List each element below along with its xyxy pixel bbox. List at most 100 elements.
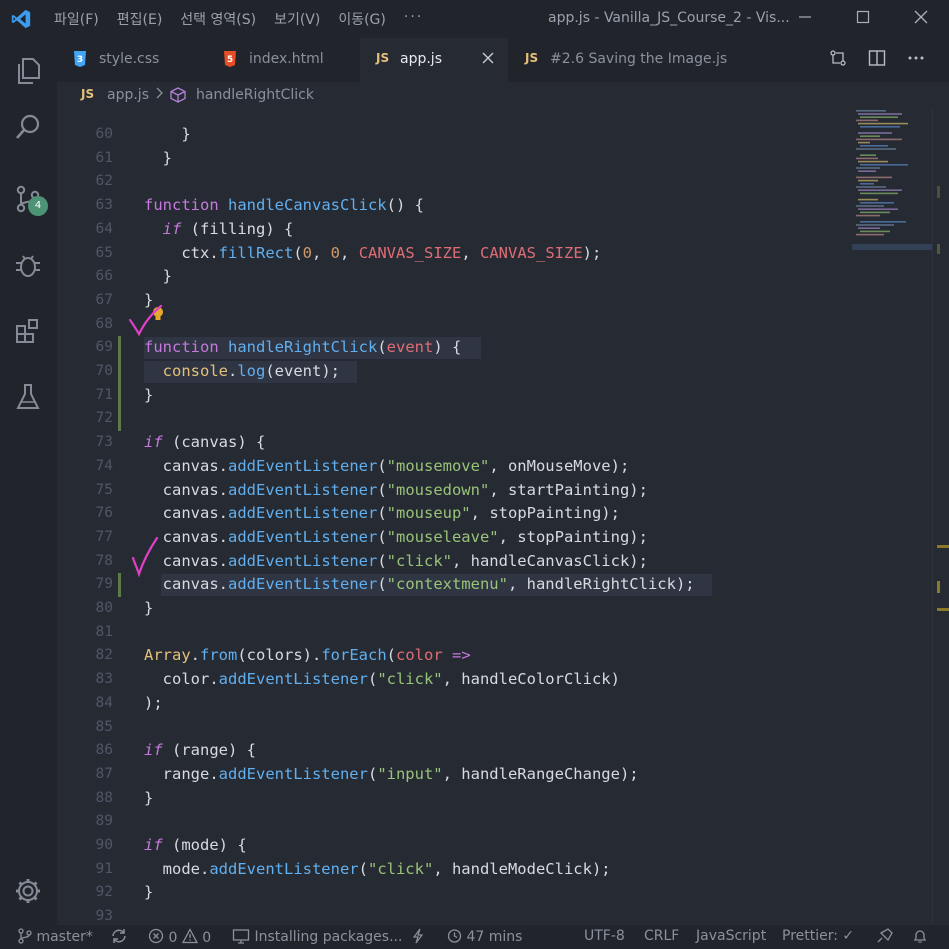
menu-edit[interactable]: 편집(E) <box>117 9 163 29</box>
minimize-icon <box>799 16 811 18</box>
history-icon <box>447 929 462 943</box>
language-mode-selector[interactable]: JavaScript <box>696 928 766 944</box>
code-editor[interactable]: 60 } 61 } 62 63 function handleCanvasClick()… <box>57 108 949 925</box>
breadcrumb-file[interactable]: app.js <box>107 87 149 103</box>
monitor-icon <box>232 929 250 944</box>
window-title: app.js - Vanilla_JS_Course_2 - Vis... <box>548 10 790 26</box>
testing-button[interactable] <box>0 372 57 420</box>
tab-label: #2.6 Saving the Image.js <box>550 51 728 67</box>
line-number: 80 <box>95 600 113 616</box>
more-actions-button[interactable] <box>907 49 925 71</box>
code-line: 75 canvas.addEventListener("mousedown", … <box>57 479 857 503</box>
tab-app-js[interactable]: JS app.js <box>360 38 508 83</box>
breadcrumb: JS app.js handleRightClick <box>57 82 949 108</box>
tab-saving-the-image[interactable]: JS #2.6 Saving the Image.js <box>525 38 745 82</box>
line-number: 63 <box>95 197 113 214</box>
minimap-line <box>858 227 880 229</box>
gutter-modified-marker <box>118 407 121 432</box>
minimap-line <box>858 208 898 210</box>
debug-icon <box>16 255 40 277</box>
menu-more[interactable]: ··· <box>404 9 423 29</box>
split-editor-icon <box>868 50 886 66</box>
close-tab-button[interactable] <box>482 48 494 69</box>
explorer-button[interactable] <box>0 46 57 94</box>
line-number: 91 <box>95 860 113 877</box>
time-tracker[interactable]: 47 mins <box>446 928 522 945</box>
minimap-line <box>860 221 906 223</box>
branch-indicator[interactable]: master* <box>18 928 93 945</box>
minimap-line <box>860 192 898 195</box>
minimize-button[interactable] <box>794 8 816 30</box>
code-line: 80} <box>57 597 857 621</box>
code-line: 87 range.addEventListener("input", handl… <box>57 763 857 787</box>
code-line: 83 color.addEventListener("click", handl… <box>57 668 857 692</box>
source-control-button[interactable]: 4 <box>0 174 57 222</box>
code-line: 72 <box>57 407 857 432</box>
debug-button[interactable] <box>0 240 57 288</box>
minimap-line <box>858 198 878 201</box>
code-text: } <box>144 125 191 143</box>
svg-text:5: 5 <box>227 55 233 65</box>
minimap-line <box>860 230 890 233</box>
code-line: 81 <box>57 621 857 645</box>
code-text: function handleCanvasClick() { <box>144 196 424 215</box>
tab-style-css[interactable]: 3 style.css <box>73 38 218 82</box>
menu-view[interactable]: 보기(V) <box>274 9 320 29</box>
lightning-button[interactable] <box>411 928 425 945</box>
menu-file[interactable]: 파일(F) <box>54 9 99 29</box>
minimap-line <box>858 179 878 182</box>
close-icon <box>482 52 494 64</box>
code-line: 62 <box>57 170 857 194</box>
problems-indicator[interactable]: 0 0 <box>148 928 211 946</box>
minimap-line <box>856 214 880 217</box>
code-text: range.addEventListener("input", handleRa… <box>144 764 639 783</box>
vertical-scrollbar[interactable] <box>932 108 949 925</box>
line-number: 72 <box>95 410 113 427</box>
eol-selector[interactable]: CRLF <box>644 928 679 944</box>
split-editor-button[interactable] <box>868 49 886 71</box>
title-bar: 파일(F) 편집(E) 선택 영역(S) 보기(V) 이동(G) ··· app… <box>0 0 949 38</box>
menu-go[interactable]: 이동(G) <box>338 9 386 29</box>
gutter-modified-marker <box>118 360 121 384</box>
line-number: 70 <box>95 363 113 379</box>
code-line: 70 console.log(event); <box>57 360 857 384</box>
feedback-button[interactable] <box>876 928 894 945</box>
breadcrumb-symbol[interactable]: handleRightClick <box>196 87 314 103</box>
code-text: } <box>144 788 154 807</box>
extensions-icon <box>16 319 38 343</box>
symbol-method-icon <box>169 87 187 107</box>
search-button[interactable] <box>0 102 57 150</box>
installing-status[interactable]: Installing packages... <box>232 928 402 945</box>
close-window-button[interactable] <box>910 8 932 30</box>
minimap-line <box>856 205 884 207</box>
minimap-line <box>856 186 886 188</box>
encoding-selector[interactable]: UTF-8 <box>584 928 625 944</box>
line-number: 90 <box>95 837 113 853</box>
warning-icon <box>181 928 198 944</box>
code-text: } <box>144 599 154 617</box>
code-text: function handleRightClick(event) { <box>144 338 462 357</box>
minimap-line <box>856 119 878 122</box>
prettier-status[interactable]: Prettier: ✓ <box>782 928 854 944</box>
sync-button[interactable] <box>110 928 128 945</box>
svg-text:3: 3 <box>77 55 83 65</box>
line-number: 83 <box>95 671 113 688</box>
notifications-button[interactable] <box>912 928 928 945</box>
code-line: 82 Array.from(colors).forEach(color => <box>57 644 857 668</box>
code-line: 61 } <box>57 147 857 171</box>
code-text: if (range) { <box>144 741 256 760</box>
scroll-marker <box>937 545 949 548</box>
compare-changes-button[interactable] <box>829 49 847 71</box>
line-number: 89 <box>95 813 113 830</box>
css-icon: 3 <box>74 51 86 67</box>
minimap-line <box>856 224 894 226</box>
time-text: 47 mins <box>466 929 523 945</box>
minimap[interactable] <box>852 108 932 298</box>
menu-selection[interactable]: 선택 영역(S) <box>180 9 256 29</box>
extensions-button[interactable] <box>0 306 57 354</box>
minimap-line <box>860 202 894 204</box>
maximize-button[interactable] <box>852 8 874 30</box>
tab-index-html[interactable]: 5 index.html <box>223 38 361 82</box>
settings-button[interactable] <box>0 866 57 914</box>
scroll-marker <box>937 581 940 593</box>
